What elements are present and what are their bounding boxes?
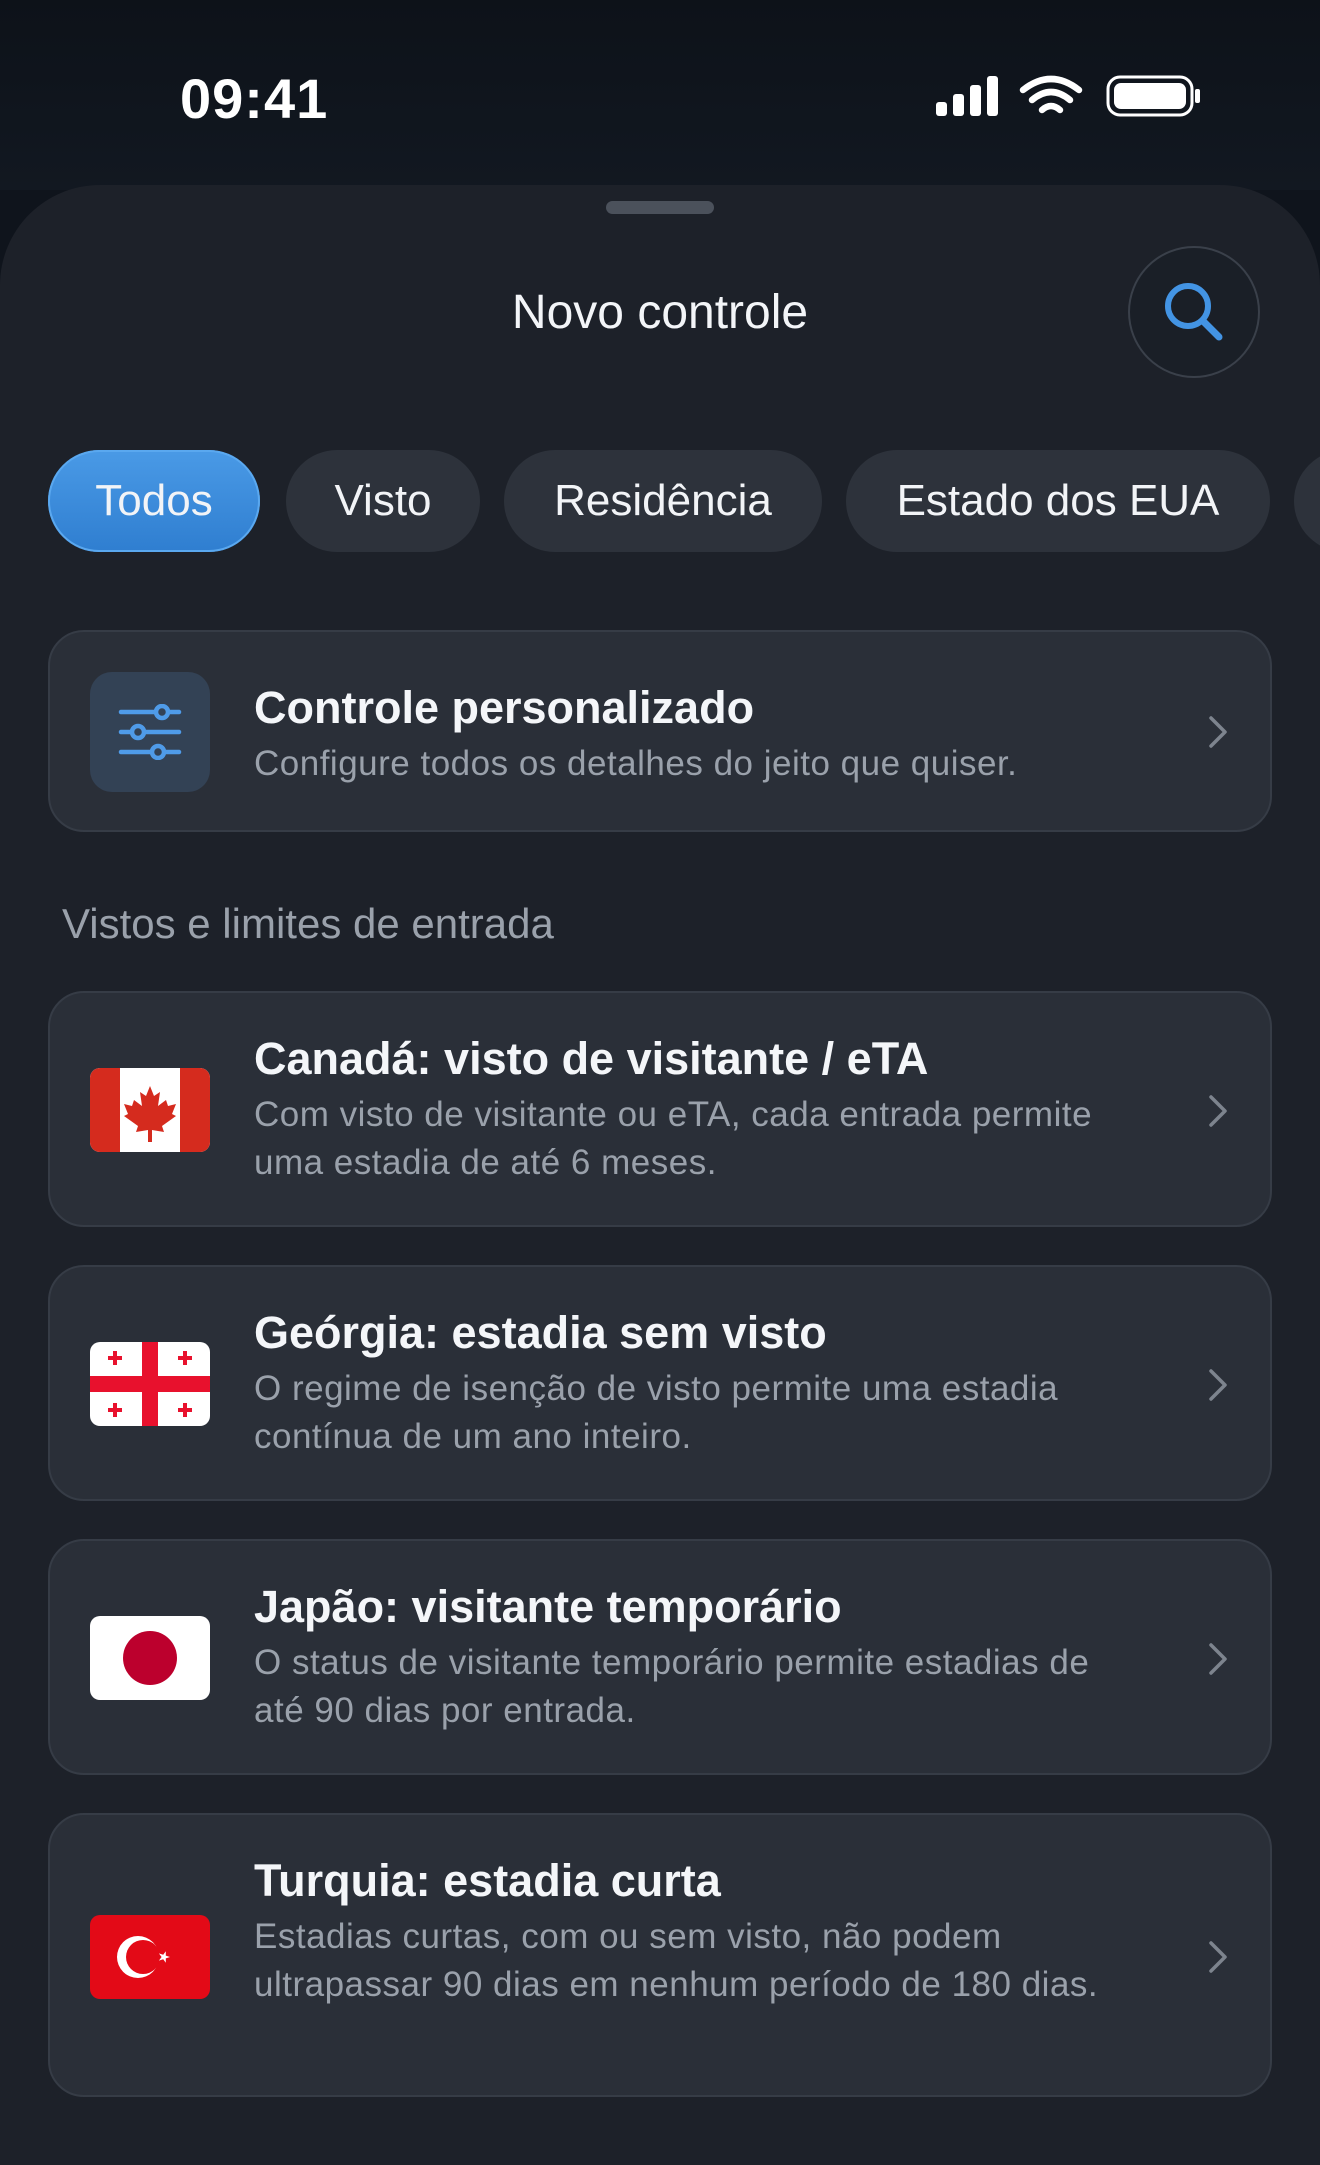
chip-more[interactable] xyxy=(1294,450,1320,552)
sliders-icon xyxy=(118,704,182,760)
card-title: Turquia: estadia curta xyxy=(254,1855,721,1906)
status-icons xyxy=(936,75,1200,117)
chevron-right-icon xyxy=(1209,716,1227,748)
chip-label: Residência xyxy=(554,476,772,525)
search-button[interactable] xyxy=(1128,246,1260,378)
chevron-right-icon xyxy=(1209,1369,1227,1401)
search-icon xyxy=(1165,283,1223,341)
sliders-icon-tile xyxy=(90,672,210,792)
cellular-signal-icon xyxy=(936,76,998,116)
list-item-canada[interactable]: Canadá: visto de visitante / eTA Com vis… xyxy=(48,991,1272,1227)
list-item-turkey[interactable]: Turquia: estadia curta Estadias curtas, … xyxy=(48,1813,1272,2097)
list-item-georgia[interactable]: Geórgia: estadia sem visto O regime de i… xyxy=(48,1265,1272,1501)
section-title: Vistos e limites de entrada xyxy=(62,900,554,947)
chip-visto[interactable]: Visto xyxy=(286,450,480,552)
georgia-flag xyxy=(90,1342,210,1426)
status-bar: 09:41 xyxy=(0,0,1320,190)
chip-residencia[interactable]: Residência xyxy=(504,450,822,552)
chip-label: Visto xyxy=(334,476,432,525)
turkey-flag xyxy=(90,1915,210,1999)
sheet-title: Novo controle xyxy=(511,286,809,339)
japan-flag xyxy=(90,1616,210,1700)
card-description: Configure todos os detalhes do jeito que… xyxy=(254,744,1018,783)
chip-label: Estado dos EUA xyxy=(896,476,1220,525)
card-description: O status de visitante temporário permite… xyxy=(254,1643,1090,1730)
chevron-right-icon xyxy=(1209,1643,1227,1675)
bottom-sheet: Novo controle Todos Visto Residência Est… xyxy=(0,185,1320,2165)
card-description: Estadias curtas, com ou sem visto, não p… xyxy=(254,1917,1099,2004)
chip-estado-dos-eua[interactable]: Estado dos EUA xyxy=(846,450,1270,552)
card-description: O regime de isenção de visto permite uma… xyxy=(254,1369,1059,1456)
card-title: Canadá: visto de visitante / eTA xyxy=(254,1033,929,1084)
chip-label: Todos xyxy=(95,476,213,525)
battery-icon xyxy=(1106,75,1200,117)
status-time: 09:41 xyxy=(180,67,329,130)
wifi-icon xyxy=(1019,75,1083,114)
chevron-right-icon xyxy=(1209,1941,1227,1973)
card-title: Controle personalizado xyxy=(254,682,755,733)
filter-chips: Todos Visto Residência Estado dos EUA xyxy=(48,450,1320,554)
canada-flag xyxy=(90,1068,210,1152)
chevron-right-icon xyxy=(1209,1095,1227,1127)
card-title: Japão: visitante temporário xyxy=(254,1581,842,1632)
sheet-grabber[interactable] xyxy=(606,201,714,214)
custom-control-card[interactable]: Controle personalizado Configure todos o… xyxy=(48,630,1272,832)
chip-todos[interactable]: Todos xyxy=(48,450,260,552)
card-title: Geórgia: estadia sem visto xyxy=(254,1307,827,1358)
card-description: Com visto de visitante ou eTA, cada entr… xyxy=(254,1095,1093,1182)
list-item-japan[interactable]: Japão: visitante temporário O status de … xyxy=(48,1539,1272,1775)
